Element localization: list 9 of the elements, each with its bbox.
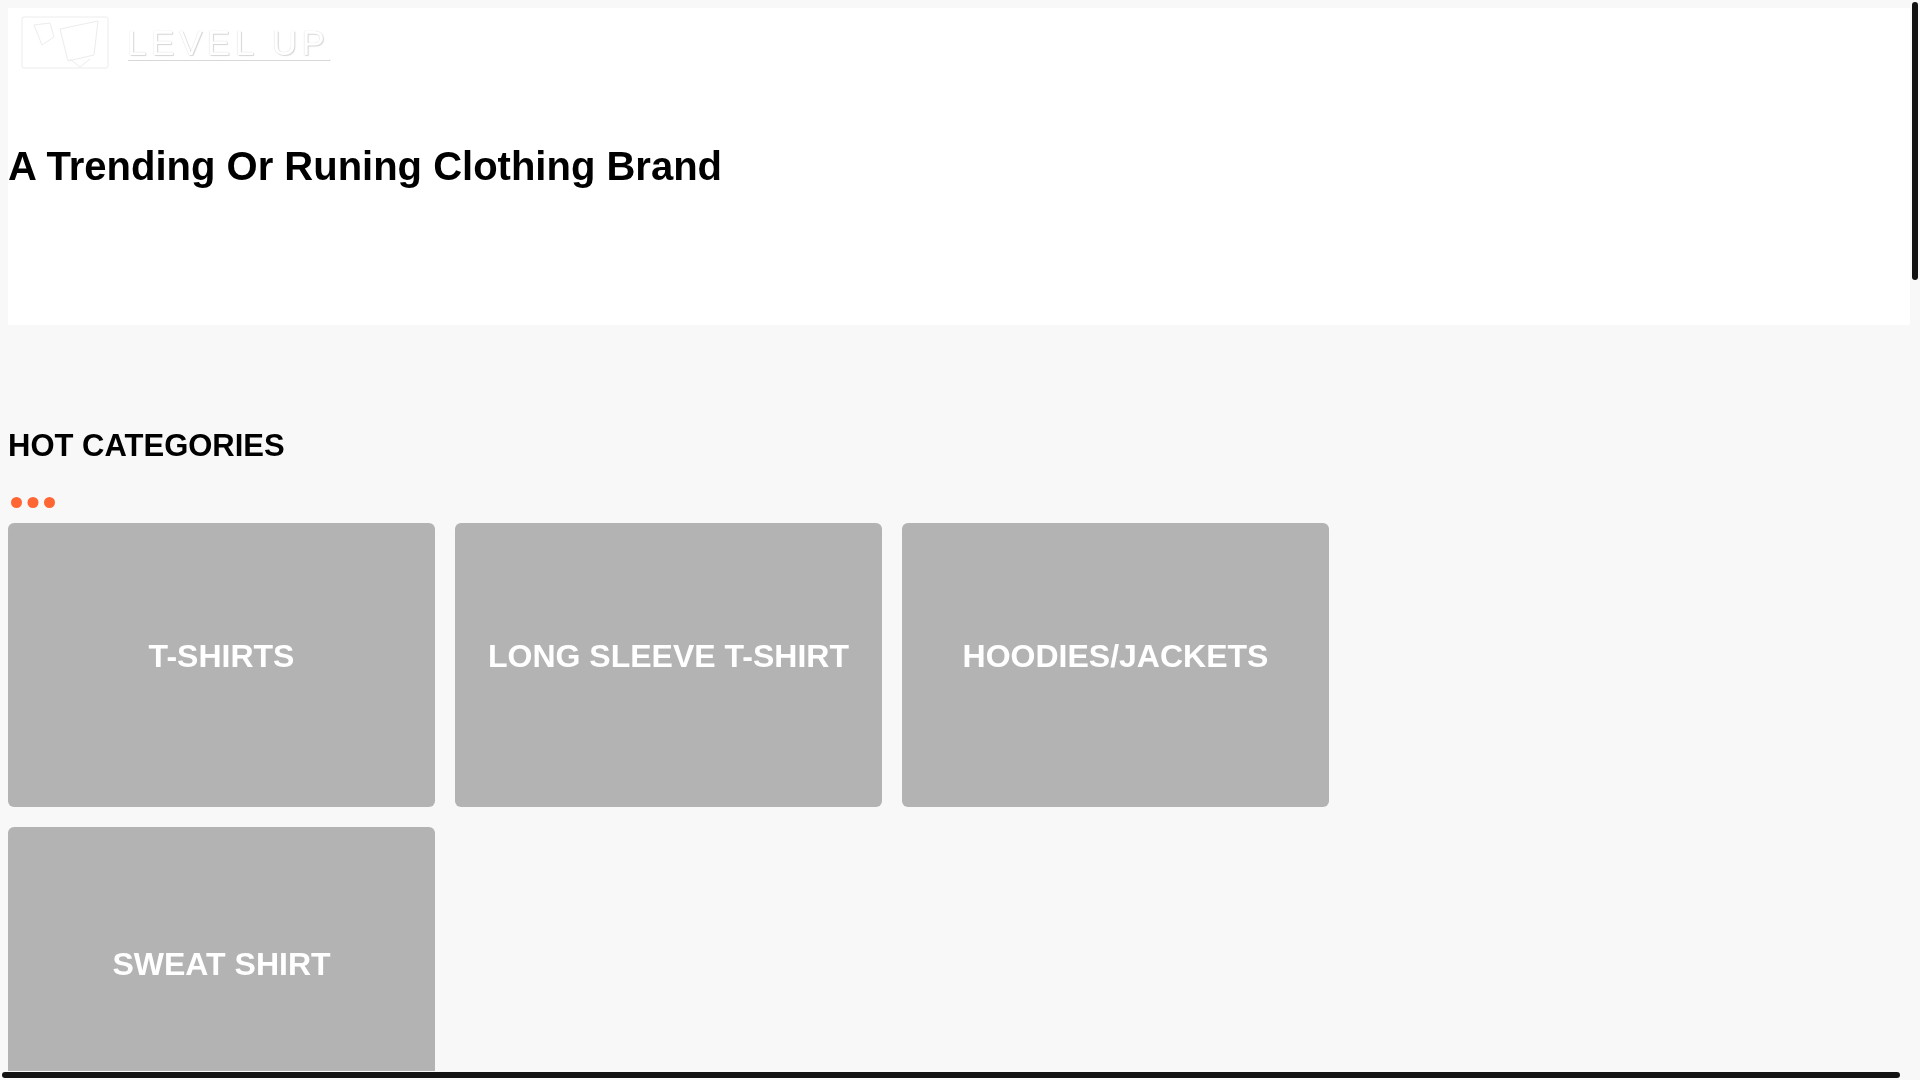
scrollbar-thumb[interactable] [2,1072,1900,1078]
dots-icon [11,497,55,509]
category-card[interactable]: SWEAT SHIRT [8,827,435,1072]
category-card[interactable]: HOODIES/JACKETS [902,523,1329,808]
scrollbar-thumb[interactable] [1912,2,1918,280]
headline: A Trending Or Runing Clothing Brand [8,143,723,190]
section-title: HOT CATEGORIES [8,427,286,465]
category-card[interactable]: T-SHIRTS [8,523,435,808]
category-card[interactable]: LONG SLEEVE T-SHIRT [455,523,882,808]
